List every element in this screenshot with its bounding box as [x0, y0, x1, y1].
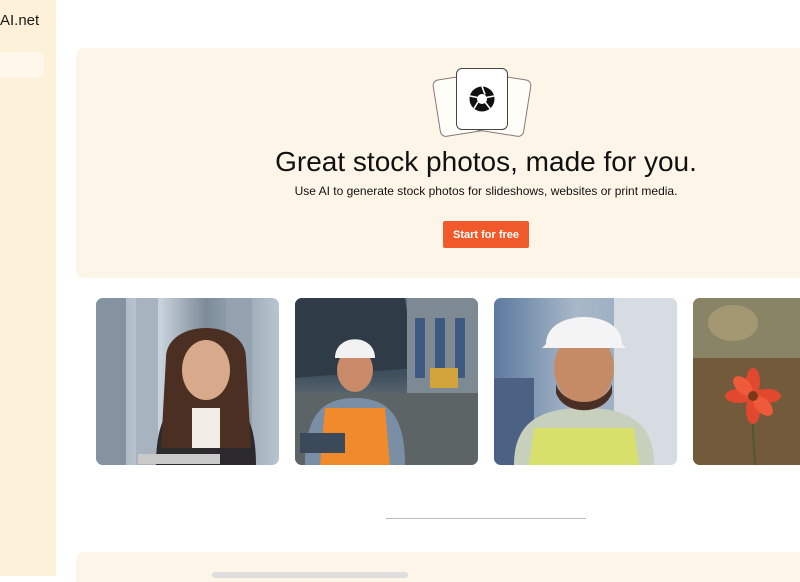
- gallery-photo-flower[interactable]: [693, 298, 800, 465]
- photo-card-front: [456, 68, 508, 130]
- sidebar: AI.net: [0, 0, 56, 576]
- brand-logo-text[interactable]: AI.net: [0, 12, 39, 29]
- port-worker-photo-illustration: [295, 298, 478, 465]
- woman-photo-illustration: [96, 298, 256, 465]
- sidebar-active-item[interactable]: [0, 52, 44, 78]
- next-section-panel: [76, 552, 800, 582]
- next-section-preview-bar: [212, 572, 408, 578]
- hero-logo: [431, 68, 533, 140]
- gallery-photo-woman[interactable]: [96, 298, 279, 465]
- hero-subtitle: Use AI to generate stock photos for slid…: [294, 184, 678, 198]
- camera-aperture-icon: [469, 86, 495, 112]
- section-divider: [386, 518, 586, 519]
- smiling-worker-photo-illustration: [494, 298, 677, 465]
- hero-title: Great stock photos, made for you.: [275, 146, 697, 177]
- start-for-free-button[interactable]: Start for free: [443, 221, 529, 248]
- flower-photo-illustration: [693, 298, 800, 465]
- gallery-photo-smiling-worker[interactable]: [494, 298, 677, 465]
- gallery-photo-port-worker[interactable]: [295, 298, 478, 465]
